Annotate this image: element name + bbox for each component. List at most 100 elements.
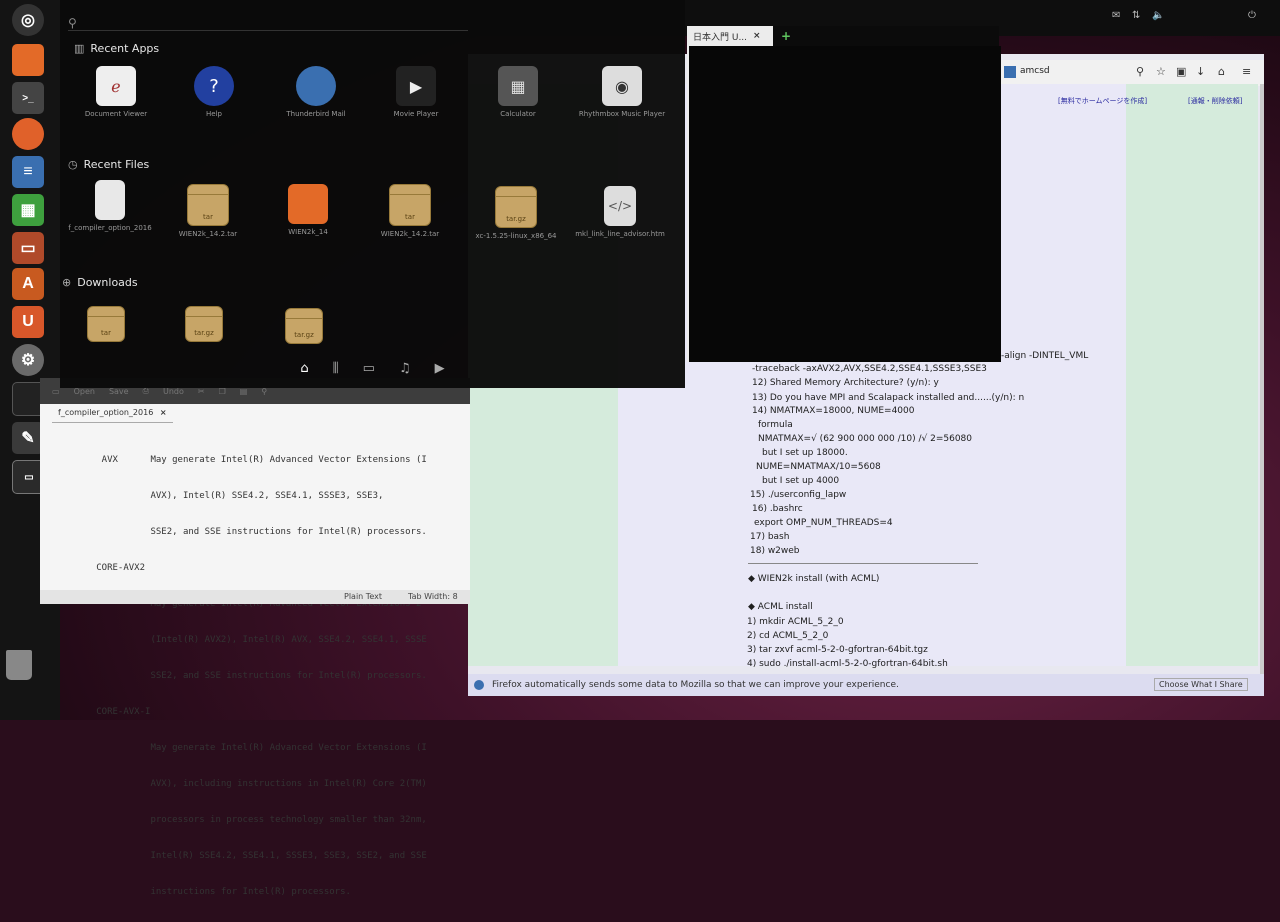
app-help[interactable]: ? Help	[168, 66, 260, 119]
bookmarks-list-icon[interactable]: ▣	[1176, 65, 1186, 78]
tab-width-selector[interactable]: Tab Width: 8	[408, 592, 458, 601]
divider	[748, 563, 978, 564]
document-tab[interactable]: f_compiler_option_2016 ×	[52, 408, 173, 423]
trash-icon[interactable]	[6, 650, 32, 680]
power-icon[interactable]: ⏻	[1248, 10, 1256, 21]
doc-line: export OMP_NUM_THREADS=4	[754, 518, 893, 528]
doc-line: but I set up 4000	[762, 476, 840, 486]
launcher: ◎ >_ ≡ ▦ ▭ A U ⚙ ✎ ▭	[0, 0, 60, 720]
code-line: SSE2, and SSE instructions for Intel(R) …	[80, 527, 427, 537]
software-center-icon[interactable]: A	[12, 268, 44, 300]
recent-files-header[interactable]: ◷ Recent Files	[68, 158, 149, 171]
file-label: mkl_link_line_advisor.htm	[575, 230, 665, 238]
archive-badge: tar.gz	[294, 331, 314, 339]
data-notification-bar: Firefox automatically sends some data to…	[468, 674, 1264, 696]
terminal-icon[interactable]: >_	[12, 82, 44, 114]
mail-indicator-icon[interactable]: ✉	[1112, 10, 1120, 21]
download-item[interactable]: tar	[60, 306, 152, 346]
new-tab-icon[interactable]: +	[781, 29, 791, 43]
create-homepage-link[interactable]: [無料でホームページを作成]	[1058, 96, 1147, 106]
file-item[interactable]: WIEN2k_14	[262, 184, 354, 237]
firefox-toolbar: amcsd ⚲ ☆ ▣ ↓ ⌂ ≡	[998, 60, 1264, 86]
file-item[interactable]: f_compiler_option_2016	[64, 180, 156, 233]
network-icon[interactable]: ⇅	[1132, 10, 1140, 21]
doc-line: ◆ ACML install	[748, 602, 813, 612]
archive-icon: tar	[87, 306, 125, 342]
section-title: Recent Files	[83, 158, 150, 171]
lens-bar: ⌂ ⫼ ▭ ♫ ▶	[60, 352, 685, 384]
thunderbird-icon	[296, 66, 336, 106]
download-item[interactable]: tar.gz	[158, 306, 250, 346]
choose-what-i-share-button[interactable]: Choose What I Share	[1154, 678, 1248, 691]
section-title: Recent Apps	[90, 42, 160, 55]
file-label: WIEN2k_14	[288, 228, 328, 236]
doc-line: 17) bash	[750, 532, 790, 542]
settings-icon[interactable]: ⚙	[12, 344, 44, 376]
archive-badge: tar	[101, 329, 111, 337]
doc-line: 3) tar zxvf acml-5-2-0-gfortran-64bit.tg…	[747, 645, 928, 655]
terminal-body[interactable]	[687, 46, 1001, 362]
writer-icon[interactable]: ≡	[12, 156, 44, 188]
files-icon[interactable]	[12, 44, 44, 76]
apps-lens-icon[interactable]: ⫼	[333, 361, 339, 376]
close-tab-icon[interactable]: ×	[753, 31, 761, 41]
section-title: Downloads	[77, 276, 138, 289]
apps-section-icon: ▥	[74, 42, 85, 55]
terminal-window: 日本入門 U... × +	[687, 26, 1001, 362]
site-icon	[1004, 66, 1016, 78]
code-line: Intel(R) SSE4.2, SSE4.1, SSSE3, SSE3, SS…	[80, 851, 427, 861]
firefox-icon[interactable]	[12, 118, 44, 150]
ubuntu-one-icon[interactable]: U	[12, 306, 44, 338]
doc-line: 16) .bashrc	[752, 504, 803, 514]
recent-apps-header[interactable]: ▥ Recent Apps	[74, 42, 159, 55]
file-item[interactable]: tar WIEN2k_14.2.tar	[364, 184, 456, 239]
volume-icon[interactable]: 🔈	[1152, 10, 1164, 21]
home-lens-icon[interactable]: ⌂	[300, 361, 308, 376]
report-link[interactable]: [通報・削除依頼]	[1188, 96, 1242, 106]
new-document-icon[interactable]: ▭	[52, 387, 60, 396]
code-line: SSE2, and SSE instructions for Intel(R) …	[80, 671, 427, 681]
downloads-header[interactable]: ⊕ Downloads	[62, 276, 138, 289]
download-item[interactable]: tar.gz	[258, 308, 350, 348]
music-lens-icon[interactable]: ♫	[399, 361, 411, 376]
dash-icon[interactable]: ◎	[12, 4, 44, 36]
impress-icon[interactable]: ▭	[12, 232, 44, 264]
search-icon: ⚲	[68, 16, 77, 30]
close-tab-icon[interactable]: ×	[160, 408, 167, 417]
app-label: Help	[206, 110, 222, 118]
archive-badge: tar.gz	[506, 215, 526, 223]
code-line: AVX), Intel(R) SSE4.2, SSE4.1, SSSE3, SS…	[80, 491, 384, 501]
file-item[interactable]: tar.gz xc-1.5.25-linux_x86_64	[470, 186, 562, 241]
menu-icon[interactable]: ≡	[1242, 65, 1251, 78]
editor-text[interactable]: AVX May generate Intel(R) Advanced Vecto…	[80, 430, 427, 922]
files-lens-icon[interactable]: ▭	[363, 361, 375, 376]
app-calculator[interactable]: ▦ Calculator	[472, 66, 564, 119]
app-thunderbird[interactable]: Thunderbird Mail	[270, 66, 362, 119]
code-line: AVX), including instructions in Intel(R)…	[80, 779, 427, 789]
file-item[interactable]: tar WIEN2k_14.2.tar	[162, 184, 254, 239]
app-movie-player[interactable]: ▶ Movie Player	[370, 66, 462, 119]
movie-player-icon: ▶	[396, 66, 436, 106]
home-icon[interactable]: ⌂	[1218, 65, 1225, 78]
doc-line: -align -DINTEL_VML	[1001, 351, 1089, 361]
terminal-tab[interactable]: 日本入門 U... ×	[687, 26, 773, 46]
app-rhythmbox[interactable]: ◉ Rhythmbox Music Player	[576, 66, 668, 119]
file-item[interactable]: </> mkl_link_line_advisor.htm	[574, 186, 666, 239]
archive-icon: tar	[187, 184, 229, 226]
download-icon[interactable]: ↓	[1196, 65, 1205, 78]
doc-line: 13) Do you have MPI and Scalapack instal…	[752, 393, 1025, 403]
doc-line: 2) cd ACML_5_2_0	[747, 631, 829, 641]
language-selector[interactable]: Plain Text	[344, 592, 382, 601]
doc-line: 12) Shared Memory Architecture? (y/n): y	[752, 378, 939, 388]
bookmark-star-icon[interactable]: ☆	[1156, 65, 1166, 78]
help-icon: ?	[194, 66, 234, 106]
status-bar: Plain Text Tab Width: 8	[40, 590, 470, 604]
dash-search-input[interactable]: ⚲	[68, 12, 468, 31]
app-label: Calculator	[500, 110, 536, 118]
search-engine-field[interactable]: amcsd	[1020, 66, 1050, 76]
page-scrollbar[interactable]	[1260, 84, 1264, 674]
search-icon[interactable]: ⚲	[1136, 65, 1144, 78]
calc-icon[interactable]: ▦	[12, 194, 44, 226]
app-document-viewer[interactable]: ℯ Document Viewer	[70, 66, 162, 119]
video-lens-icon[interactable]: ▶	[435, 361, 445, 376]
